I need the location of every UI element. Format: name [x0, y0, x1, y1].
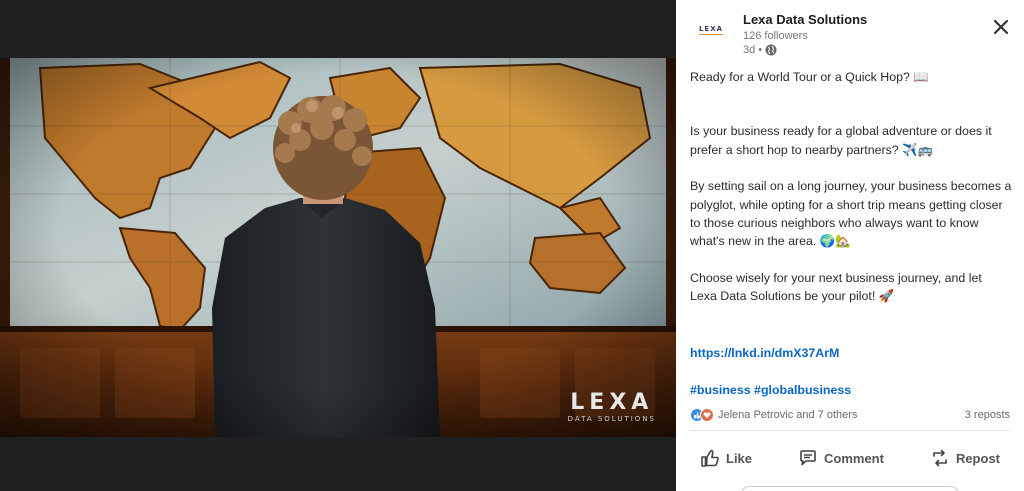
actions-divider — [690, 430, 1010, 431]
watermark-subtitle: DATA SOLUTIONS — [567, 415, 656, 423]
comment-label: Comment — [824, 450, 884, 466]
comment-box[interactable] — [740, 486, 960, 491]
follower-count: 126 followers — [743, 30, 808, 42]
love-reaction-icon — [700, 408, 714, 422]
comment-button[interactable]: Comment — [788, 442, 894, 474]
company-name[interactable]: Lexa Data Solutions — [743, 12, 867, 27]
post-viewer: LEXA DATA SOLUTIONS LEXA Lexa Data Solut… — [0, 0, 1024, 491]
comment-icon — [798, 448, 818, 468]
repost-count[interactable]: 3 reposts — [965, 409, 1010, 421]
thumbs-up-icon — [700, 448, 720, 468]
watermark-title: LEXA — [570, 390, 654, 415]
like-button[interactable]: Like — [690, 442, 762, 474]
post-paragraph: Is your business ready for a global adve… — [690, 124, 992, 157]
post-body: Ready for a World Tour or a Quick Hop? 📖… — [690, 68, 1012, 324]
reactions-summary[interactable]: Jelena Petrovic and 7 others — [718, 409, 857, 421]
lexa-watermark: LEXA DATA SOLUTIONS — [567, 390, 656, 424]
post-header: LEXA Lexa Data Solutions 126 followers 3… — [676, 0, 1024, 64]
media-top-bar — [0, 0, 676, 58]
post-panel: LEXA Lexa Data Solutions 126 followers 3… — [676, 0, 1024, 491]
post-paragraph: Choose wisely for your next business jou… — [690, 270, 982, 304]
like-label: Like — [726, 450, 753, 466]
post-age: 3d • — [743, 44, 763, 56]
post-link[interactable]: https://lnkd.in/dmX37ArM — [690, 346, 839, 360]
close-icon[interactable] — [990, 16, 1012, 38]
post-image[interactable]: LEXA DATA SOLUTIONS — [0, 58, 676, 437]
post-paragraph: By setting sail on a long journey, your … — [690, 179, 1012, 249]
globe-icon — [765, 44, 777, 56]
repost-label: Repost — [955, 450, 1000, 466]
repost-icon — [930, 448, 950, 468]
reaction-icons[interactable] — [690, 408, 714, 422]
company-logo[interactable]: LEXA — [692, 14, 730, 46]
post-meta: 3d • — [743, 44, 777, 56]
media-bottom-bar — [0, 437, 676, 491]
post-media: LEXA DATA SOLUTIONS — [0, 0, 676, 491]
action-bar: Like Comment Repost — [690, 438, 1010, 478]
post-hashtags[interactable]: #business #globalbusiness — [690, 383, 851, 397]
reactions-bar: Jelena Petrovic and 7 others 3 reposts — [690, 406, 1010, 424]
post-paragraph: Ready for a World Tour or a Quick Hop? 📖 — [690, 70, 929, 84]
repost-button[interactable]: Repost — [920, 442, 1010, 474]
company-logo-text: LEXA — [698, 25, 724, 35]
